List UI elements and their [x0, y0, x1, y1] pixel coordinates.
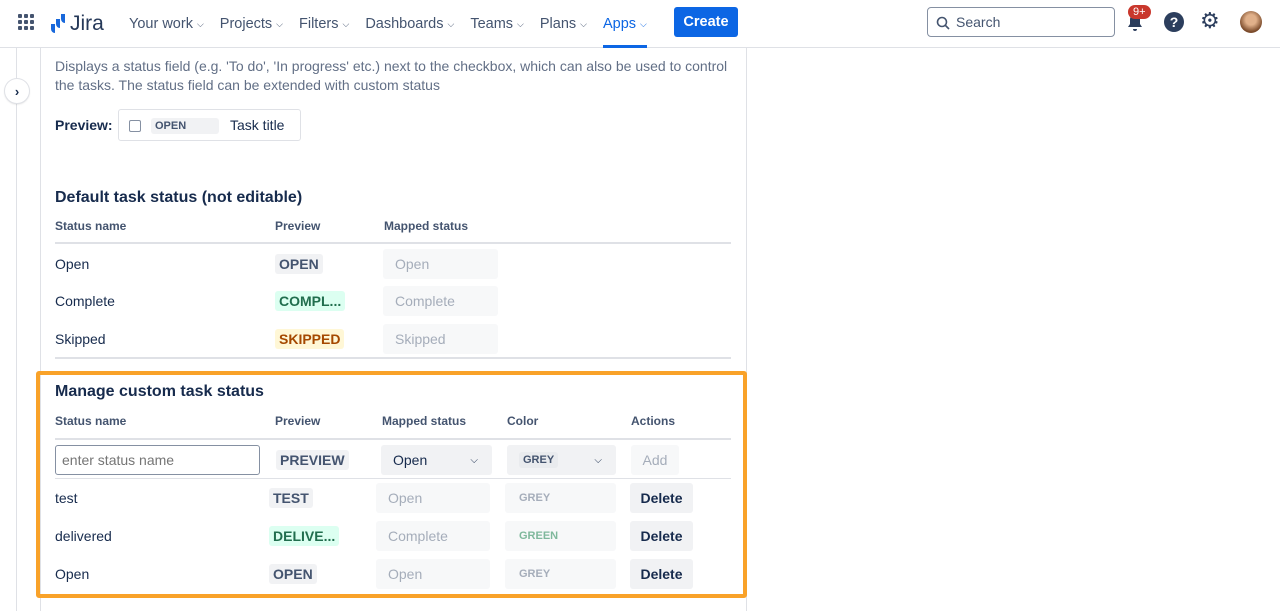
description: Displays a status field (e.g. 'To do', '… [55, 58, 728, 93]
nav-label: Dashboards [365, 16, 444, 32]
notification-badge: 9+ [1128, 5, 1151, 19]
status-lozenge: DELIVE... [269, 526, 340, 546]
mapped-status-field: Open [376, 559, 490, 589]
nav-dashboards[interactable]: Dashboards ⌵ [365, 0, 454, 48]
default-status-title: Default task status (not editable) [55, 189, 303, 206]
preview-label: Preview: [55, 117, 113, 133]
chevron-down-icon: ⌵ [594, 454, 602, 466]
col-mapped-status: Mapped status [382, 414, 467, 428]
chevron-down-icon: ⌵ [517, 18, 524, 29]
add-button[interactable]: Add [631, 445, 679, 475]
select-value: Open [393, 452, 428, 468]
chevron-right-icon: › [14, 83, 20, 99]
status-lozenge: COMPL... [275, 291, 346, 311]
chevron-down-icon: ⌵ [196, 18, 204, 29]
chevron-down-icon: ⌵ [580, 18, 587, 29]
color-lozenge: GREY [519, 452, 559, 468]
nav-your-work[interactable]: Your work ⌵ [129, 0, 204, 48]
nav-label: Filters [299, 16, 339, 32]
delete-button[interactable]: Delete [630, 559, 693, 589]
task-checkbox[interactable] [129, 120, 141, 132]
top-nav: Jira Your work ⌵ Projects ⌵ Filters ⌵ Dashb… [0, 0, 1280, 48]
nav-label: Apps [602, 16, 637, 32]
divider [55, 438, 731, 440]
nav-teams[interactable]: Teams ⌵ [470, 0, 524, 48]
status-name: Open [55, 256, 90, 272]
col-preview: Preview [275, 414, 321, 428]
col-mapped-status: Mapped status [384, 219, 469, 233]
mapped-status-field: Open [383, 249, 498, 279]
col-status-name: Status name [55, 414, 127, 428]
mapped-status-field: Complete [383, 286, 498, 316]
status-lozenge: OPEN [275, 254, 323, 274]
nav-filters[interactable]: Filters ⌵ [299, 0, 349, 48]
delete-button[interactable]: Delete [630, 521, 693, 551]
status-name: Complete [55, 293, 115, 309]
preview-lozenge: PREVIEW [276, 450, 349, 470]
delete-button[interactable]: Delete [630, 483, 693, 513]
preview-box: OPEN Task title [118, 109, 301, 141]
nav-apps[interactable]: Apps ⌵ [602, 0, 647, 48]
chevron-down-icon: ⌵ [276, 18, 283, 29]
nav-plans[interactable]: Plans ⌵ [540, 0, 587, 48]
status-name: Skipped [55, 331, 106, 347]
jira-logo-icon [46, 14, 65, 33]
status-lozenge: TEST [269, 488, 313, 508]
custom-status-title: Manage custom task status [55, 383, 264, 400]
col-status-name: Status name [55, 219, 127, 233]
chevron-down-icon: ⌵ [342, 18, 350, 29]
color-field: GREEN [505, 521, 616, 551]
divider [55, 242, 731, 244]
mapped-status-field: Skipped [383, 324, 498, 354]
settings-gear-icon[interactable]: ⚙ [1200, 10, 1220, 32]
nav-label: Plans [539, 16, 577, 32]
divider [55, 478, 731, 479]
mapped-status-field: Complete [376, 521, 490, 551]
status-name-input[interactable] [55, 445, 260, 475]
status-name: test [55, 490, 78, 506]
color-select[interactable]: GREY ⌵ [507, 445, 616, 475]
search-icon [936, 16, 950, 30]
help-icon[interactable]: ? [1164, 12, 1184, 32]
chevron-down-icon: ⌵ [447, 18, 455, 29]
status-lozenge: OPEN [269, 564, 317, 584]
status-lozenge: SKIPPED [275, 329, 345, 349]
search-placeholder: Search [956, 14, 1001, 30]
status-name: Open [55, 566, 90, 582]
avatar[interactable] [1240, 11, 1262, 33]
nav-label: Projects [219, 16, 273, 32]
logo-text: Jira [70, 12, 104, 35]
col-color: Color [507, 414, 539, 428]
task-title: Task title [230, 117, 285, 133]
nav-label: Teams [470, 16, 514, 32]
expand-sidebar-button[interactable]: › [5, 79, 29, 103]
app-switcher-icon[interactable] [18, 14, 34, 30]
jira-logo[interactable]: Jira [46, 12, 104, 36]
nav-label: Your work [129, 16, 193, 32]
search-input[interactable]: Search [927, 7, 1115, 37]
col-actions: Actions [631, 414, 676, 428]
chevron-down-icon: ⌵ [470, 454, 478, 466]
create-button[interactable]: Create [674, 7, 738, 37]
color-field: GREY [505, 483, 616, 513]
sidebar-divider [16, 48, 17, 611]
col-preview: Preview [275, 219, 321, 233]
nav-projects[interactable]: Projects ⌵ [220, 0, 283, 48]
chevron-down-icon: ⌵ [640, 18, 647, 29]
mapped-status-field: Open [376, 483, 490, 513]
status-name: delivered [55, 528, 112, 544]
color-field: GREY [505, 559, 616, 589]
mapped-status-select[interactable]: Open ⌵ [381, 445, 492, 475]
status-lozenge[interactable]: OPEN [151, 118, 219, 134]
divider [55, 357, 731, 359]
